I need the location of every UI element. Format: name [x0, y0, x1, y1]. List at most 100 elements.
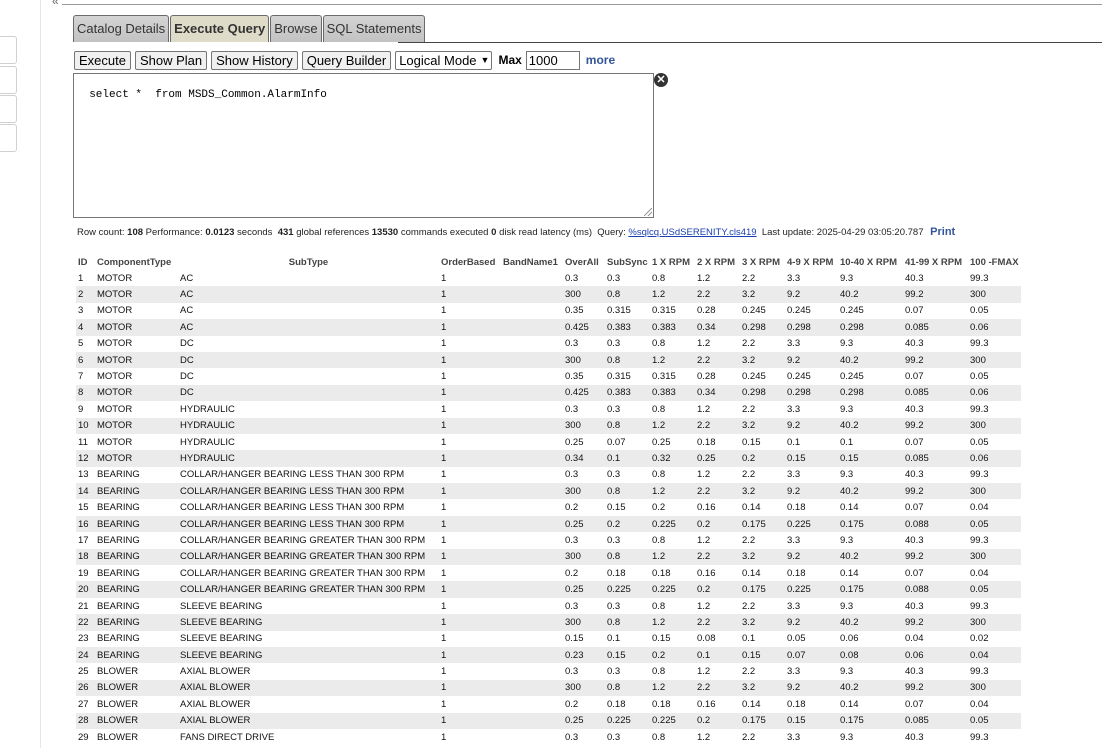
query-builder-button[interactable]: Query Builder [301, 50, 392, 70]
table-cell: 7 [78, 371, 84, 383]
column-header[interactable]: ComponentType [95, 255, 178, 270]
table-cell: 0.3 [565, 666, 579, 678]
column-header[interactable]: 41-99 X RPM [903, 255, 968, 270]
table-row[interactable]: 12 MOTOR HYDRAULIC 1 0.34 0.1 0.32 0.25 0.2 0.15 0… [76, 450, 1021, 467]
table-row[interactable]: 16 BEARING COLLAR/HANGER BEARING LESS THAN… [76, 515, 1021, 533]
table-cell: 0.3 [607, 731, 621, 743]
table-row[interactable]: 25 BLOWER AXIAL BLOWER 1 0.3 0.3 0.8 1.2 2.2 3.3 9… [76, 663, 1021, 679]
left-panel-tab[interactable] [0, 95, 17, 123]
table-cell: AC [178, 286, 439, 303]
column-header[interactable]: 4-9 X RPM [785, 255, 838, 270]
column-header[interactable]: SubType [178, 255, 439, 270]
table-cell: 0.25 [652, 436, 671, 448]
tab-browse[interactable]: Browse [270, 15, 322, 42]
tab-execute-query[interactable]: Execute Query [170, 15, 270, 42]
table-row[interactable]: 20 BEARING COLLAR/HANGER BEARING GREATER T… [76, 581, 1021, 598]
table-cell: 2.2 [742, 469, 756, 481]
table-row[interactable]: 29 BLOWER FANS DIRECT DRIVE 1 0.3 0.3 0.8 1.2 2.… [76, 729, 1021, 745]
column-header[interactable]: 100 -FMAX [968, 255, 1021, 270]
show-plan-button[interactable]: Show Plan [134, 50, 208, 70]
close-circle-icon[interactable]: ✕ [654, 73, 668, 87]
disk-latency-value: 0 [491, 227, 497, 238]
table-row[interactable]: 23 BEARING SLEEVE BEARING 1 0.15 0.1 0.15 0.08 0… [76, 631, 1021, 647]
column-header[interactable]: OverAll [563, 255, 605, 270]
table-row[interactable]: 17 BEARING COLLAR/HANGER BEARING GREATER T… [76, 532, 1021, 548]
table-row[interactable]: 15 BEARING COLLAR/HANGER BEARING LESS THAN… [76, 499, 1021, 515]
table-row[interactable]: 3 MOTOR AC 1 0.35 0.315 0.315 0.28 0.245 0.245 0.2… [76, 303, 1021, 319]
more-link[interactable]: more [586, 53, 615, 67]
table-cell: 3.2 [740, 286, 785, 303]
query-editor[interactable]: select * from MSDS_Common.AlarmInfo [73, 73, 654, 218]
table-cell: 0.3 [565, 731, 579, 743]
column-header[interactable]: ID [76, 255, 95, 270]
table-cell: 0.05 [968, 515, 1021, 533]
cached-query-link[interactable]: %sqlcq.USdSERENITY.cls419 [628, 227, 756, 238]
table-row[interactable]: 7 MOTOR DC 1 0.35 0.315 0.315 0.28 0.245 0.245 0.2… [76, 368, 1021, 384]
table-cell: 0.383 [650, 319, 695, 336]
column-header[interactable]: 1 X RPM [650, 255, 695, 270]
table-cell: 40.3 [905, 338, 924, 350]
show-history-button[interactable]: Show History [211, 50, 298, 70]
table-cell: 1.2 [650, 679, 695, 697]
table-row[interactable]: 14 BEARING COLLAR/HANGER BEARING LESS THAN… [76, 483, 1021, 500]
table-cell: BEARING [95, 646, 178, 664]
table-row[interactable]: 22 BEARING SLEEVE BEARING 1 300 0.8 1.2 2.2 3.2 9… [76, 614, 1021, 631]
table-cell: SLEEVE BEARING [178, 646, 439, 664]
table-row[interactable]: 1 MOTOR AC 1 0.3 0.3 0.8 1.2 2.2 3.3 9.3 40.3 99.3 [76, 270, 1021, 286]
table-cell: HYDRAULIC [180, 436, 235, 448]
table-row[interactable]: 11 MOTOR HYDRAULIC 1 0.25 0.07 0.25 0.18 0.15 0.1… [76, 434, 1021, 450]
row-count-label: Row count: [77, 227, 125, 238]
table-row[interactable]: 13 BEARING COLLAR/HANGER BEARING LESS THAN… [76, 467, 1021, 483]
table-cell: 0.3 [607, 469, 621, 481]
column-header[interactable]: 10-40 X RPM [838, 255, 903, 270]
table-row[interactable]: 19 BEARING COLLAR/HANGER BEARING GREATER T… [76, 565, 1021, 581]
table-row[interactable]: 2 MOTOR AC 1 300 0.8 1.2 2.2 3.2 9.2 40.2 99.2 300 [76, 286, 1021, 303]
collapse-icon[interactable]: « [52, 0, 59, 8]
tab-catalog-details[interactable]: Catalog Details [73, 15, 170, 42]
column-header[interactable]: SubSync [605, 255, 650, 270]
table-cell: 0.16 [697, 502, 716, 514]
column-header[interactable]: OrderBased [439, 255, 501, 270]
table-cell: 40.2 [838, 483, 903, 500]
table-cell: 3 [78, 305, 84, 317]
query-stats: Row count: 108 Performance: 0.0123 secon… [77, 225, 955, 239]
table-row[interactable]: 9 MOTOR HYDRAULIC 1 0.3 0.3 0.8 1.2 2.2 3.3 9.3 40.… [76, 401, 1021, 417]
results-table: ID ComponentType SubType OrderBased BandName… [76, 255, 1021, 745]
table-cell: 300 [968, 417, 1021, 434]
table-cell: 0.245 [787, 371, 811, 383]
table-row[interactable]: 10 MOTOR HYDRAULIC 1 300 0.8 1.2 2.2 3.2 9.2 40.2 9… [76, 417, 1021, 434]
table-row[interactable]: 6 MOTOR DC 1 300 0.8 1.2 2.2 3.2 9.2 40.2 99.2 300 [76, 351, 1021, 369]
tab-sql-statements[interactable]: SQL Statements [322, 15, 426, 42]
column-header[interactable]: 3 X RPM [740, 255, 785, 270]
execute-button[interactable]: Execute [74, 50, 131, 70]
mode-select[interactable]: Logical Mode ▼ [395, 50, 493, 70]
print-link[interactable]: Print [930, 226, 955, 238]
left-panel-tab[interactable] [0, 36, 17, 64]
left-panel-tab[interactable] [0, 124, 17, 152]
table-cell: DC [180, 338, 194, 350]
table-cell: 1.2 [650, 417, 695, 434]
table-cell: BEARING [97, 600, 140, 612]
max-rows-input[interactable] [525, 50, 580, 70]
table-cell: 0.315 [607, 371, 631, 383]
table-cell: 99.3 [970, 469, 989, 481]
table-cell: 0.18 [652, 567, 671, 579]
resize-handle[interactable] [644, 208, 652, 216]
table-cell: 0.315 [652, 305, 676, 317]
table-row[interactable]: 28 BLOWER AXIAL BLOWER 1 0.25 0.225 0.225 0.2 0.… [76, 712, 1021, 729]
table-row[interactable]: 24 BEARING SLEEVE BEARING 1 0.23 0.15 0.2 0.1 0.… [76, 646, 1021, 664]
column-header[interactable]: 2 X RPM [695, 255, 740, 270]
table-row[interactable]: 5 MOTOR DC 1 0.3 0.3 0.8 1.2 2.2 3.3 9.3 40.3 99.3 [76, 336, 1021, 352]
table-row[interactable]: 27 BLOWER AXIAL BLOWER 1 0.2 0.18 0.18 0.16 0.14… [76, 696, 1021, 712]
table-row[interactable]: 8 MOTOR DC 1 0.425 0.383 0.383 0.34 0.298 0.298 0.… [76, 384, 1021, 402]
table-body: 1 MOTOR AC 1 0.3 0.3 0.8 1.2 2.2 3.3 9.3 40.3 99.3 2 M… [76, 270, 1021, 745]
table-row[interactable]: 21 BEARING SLEEVE BEARING 1 0.3 0.3 0.8 1.2 2.2 3… [76, 598, 1021, 614]
table-row[interactable]: 18 BEARING COLLAR/HANGER BEARING GREATER T… [76, 548, 1021, 566]
table-row[interactable]: 4 MOTOR AC 1 0.425 0.383 0.383 0.34 0.298 0.298 0.… [76, 319, 1021, 336]
table-cell: 0.18 [787, 567, 806, 579]
table-cell: 0.05 [968, 712, 1021, 729]
table-cell: 300 [968, 483, 1021, 500]
left-panel-tab[interactable] [0, 66, 17, 94]
table-row[interactable]: 26 BLOWER AXIAL BLOWER 1 300 0.8 1.2 2.2 3.2 9.2 4… [76, 679, 1021, 697]
column-header[interactable]: BandName1 [501, 255, 563, 270]
